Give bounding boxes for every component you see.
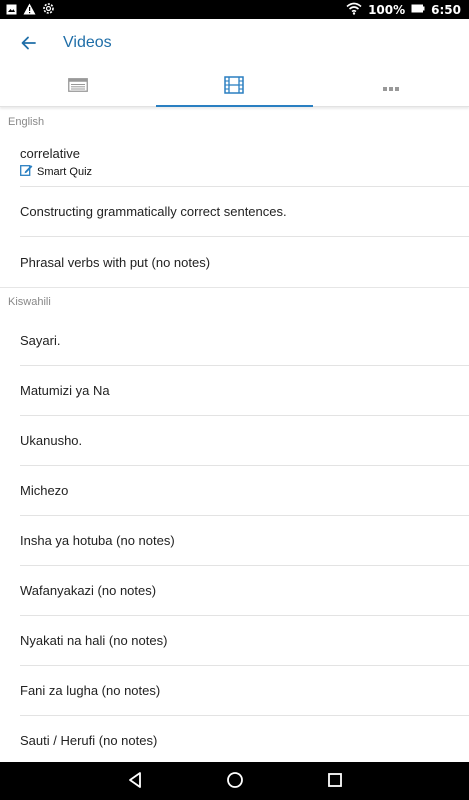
section-header-kiswahili: Kiswahili [0, 287, 469, 316]
status-bar-left [6, 2, 55, 20]
tab-bar [0, 69, 469, 107]
list-item[interactable]: Fani za lugha (no notes) [20, 666, 469, 716]
film-icon [224, 76, 245, 99]
settings-icon [42, 2, 55, 20]
list-item[interactable]: correlative Smart Quiz [20, 137, 469, 187]
list-item-label: Nyakati na hali (no notes) [20, 633, 168, 648]
list-item-label: Fani za lugha (no notes) [20, 683, 161, 698]
list-item-label: Constructing grammatically correct sente… [20, 204, 287, 219]
list-item[interactable]: Sauti / Herufi (no notes) [20, 716, 469, 762]
list-item[interactable]: Nyakati na hali (no notes) [20, 616, 469, 666]
list-item[interactable]: Michezo [20, 466, 469, 516]
list-item-label: Phrasal verbs with put (no notes) [20, 254, 211, 270]
app-bar: Videos [0, 19, 469, 69]
edit-icon [20, 164, 33, 179]
battery-icon [411, 3, 425, 17]
home-circle-icon[interactable] [226, 771, 244, 794]
list-item[interactable]: Constructing grammatically correct sente… [20, 187, 469, 237]
warning-icon [23, 2, 36, 20]
page-title: Videos [63, 34, 112, 51]
tab-more[interactable] [313, 69, 469, 106]
list-item-label: Ukanusho. [20, 433, 83, 448]
list-item-label: Michezo [20, 483, 69, 498]
tab-videos[interactable] [156, 69, 313, 107]
list-item-label: Insha ya hotuba (no notes) [20, 533, 175, 548]
back-triangle-icon[interactable] [127, 771, 143, 794]
status-time: 6:50 [431, 3, 461, 17]
status-bar-right: 100% 6:50 [346, 2, 461, 18]
tab-list[interactable] [0, 69, 156, 106]
list-item[interactable]: Matumizi ya Na [20, 366, 469, 416]
arrow-left-icon[interactable] [18, 32, 40, 54]
list-item[interactable]: Phrasal verbs with put (no notes) [20, 237, 469, 287]
list-item[interactable]: Insha ya hotuba (no notes) [20, 516, 469, 566]
wifi-icon [346, 2, 362, 18]
status-bar: 100% 6:50 [0, 0, 469, 19]
list-item[interactable]: Ukanusho. [20, 416, 469, 466]
list-item-label: correlative [20, 146, 80, 161]
list-item-label: Matumizi ya Na [20, 383, 110, 398]
list-icon [68, 78, 89, 97]
section-header-english: English [8, 116, 45, 128]
navigation-bar [0, 762, 469, 800]
smart-quiz-badge[interactable]: Smart Quiz [20, 164, 449, 179]
video-list: English correlative Smart Quiz Construct… [0, 108, 469, 762]
list-item-label: Sayari. [20, 333, 61, 348]
list-item[interactable]: Sayari. [20, 316, 469, 366]
image-icon [6, 2, 17, 20]
smart-quiz-label: Smart Quiz [37, 165, 93, 178]
recents-square-icon[interactable] [326, 771, 344, 794]
list-item[interactable]: Wafanyakazi (no notes) [20, 566, 469, 616]
battery-percent: 100% [368, 3, 406, 17]
more-icon [382, 79, 400, 97]
list-item-label: Wafanyakazi (no notes) [20, 583, 157, 598]
list-item-label: Sauti / Herufi (no notes) [20, 733, 158, 748]
